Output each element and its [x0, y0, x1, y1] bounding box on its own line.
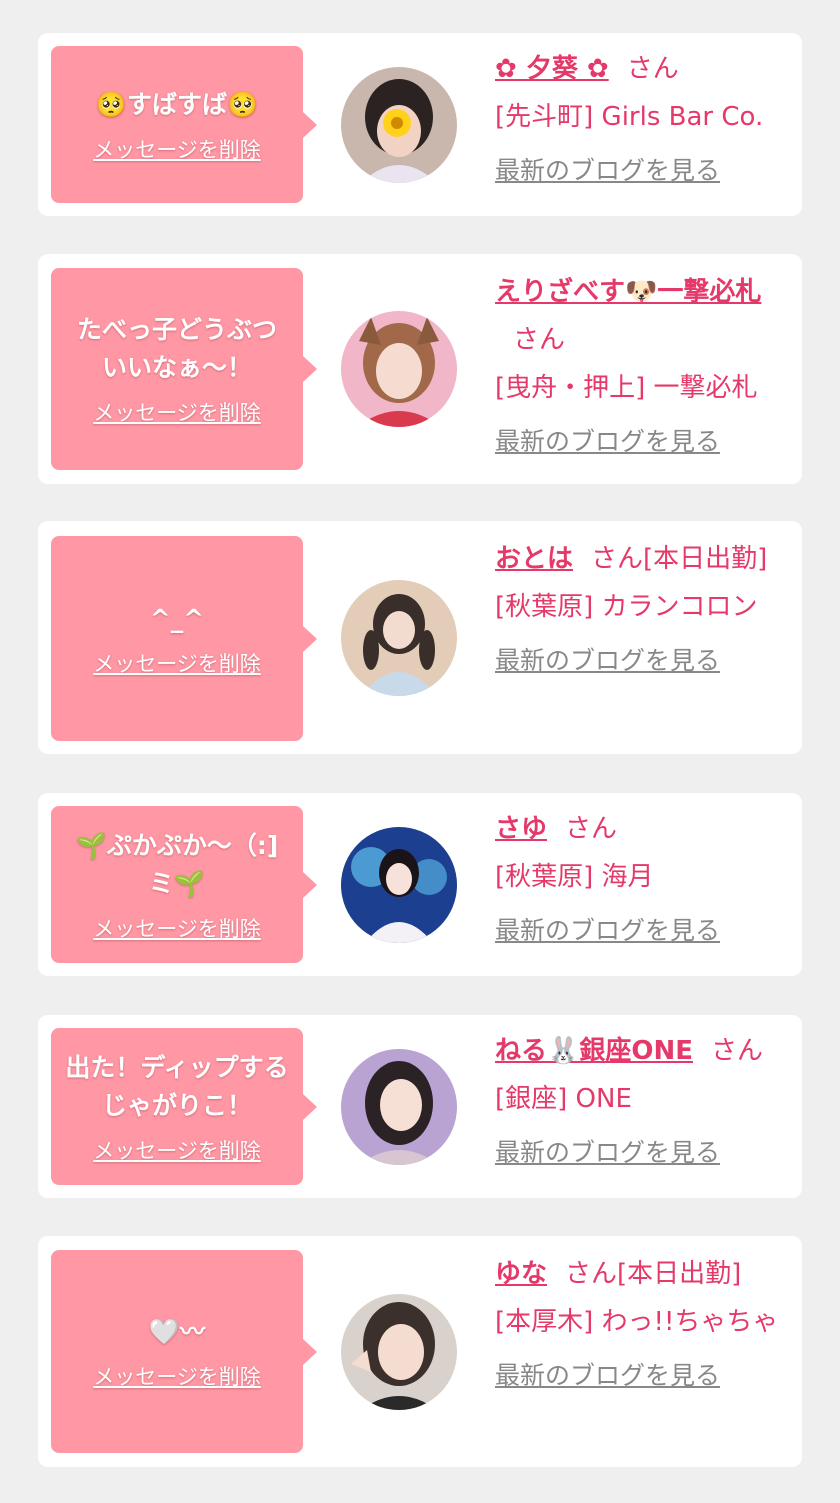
cast-name-link[interactable]: ゆな [495, 1259, 547, 1289]
shop-name: [曳舟・押上] 一撃必札 [495, 373, 758, 403]
san-suffix: さん [565, 814, 618, 844]
cast-avatar[interactable] [341, 1049, 457, 1165]
avatar-photo-icon [341, 1294, 457, 1410]
attendance-status: [本日出勤] [617, 1259, 742, 1289]
message-bubble: ^_^ メッセージを削除 [51, 536, 303, 741]
delete-message-link[interactable]: メッセージを削除 [93, 397, 261, 427]
cast-name-link[interactable]: えりざべす🐶一撃必札 [495, 277, 761, 307]
latest-blog-link[interactable]: 最新のブログを見る [495, 147, 795, 195]
shop-name: [銀座] ONE [495, 1084, 632, 1114]
message-card: 🥺すばすば🥺 メッセージを削除 ✿ 夕葵 ✿ さん [先斗町] Girls Bar… [38, 33, 802, 216]
cast-info: ゆな さん[本日出勤] [本厚木] わっ!!ちゃちゃ 最新のブログを見る [495, 1250, 795, 1400]
cast-avatar[interactable] [341, 311, 457, 427]
shop-name: [先斗町] Girls Bar Co. [495, 102, 764, 132]
shop-name: [秋葉原] カランコロン [495, 592, 758, 622]
message-text: たべっ子どうぶついいなぁ～！ [76, 315, 277, 382]
message-text: ^_^ [149, 603, 205, 633]
message-bubble: 🤍〰 メッセージを削除 [51, 1250, 303, 1453]
delete-message-link[interactable]: メッセージを削除 [93, 134, 261, 164]
latest-blog-link[interactable]: 最新のブログを見る [495, 907, 795, 955]
avatar-photo-icon [341, 311, 457, 427]
cast-name-link[interactable]: ねる🐰銀座ONE [495, 1036, 693, 1066]
latest-blog-link[interactable]: 最新のブログを見る [495, 418, 795, 466]
delete-message-link[interactable]: メッセージを削除 [93, 913, 261, 943]
san-suffix: さん [565, 1259, 618, 1289]
cast-name-link[interactable]: さゆ [495, 814, 547, 844]
message-text: 🌱ぷかぷか～（:]ミ🌱 [75, 830, 279, 898]
message-text: 🤍〰 [148, 1316, 206, 1346]
message-bubble: 🌱ぷかぷか～（:]ミ🌱 メッセージを削除 [51, 806, 303, 963]
message-card: 🌱ぷかぷか～（:]ミ🌱 メッセージを削除 さゆ さん [秋葉原] 海月 最新のブロ… [38, 793, 802, 976]
san-suffix: さん [513, 325, 566, 355]
cast-avatar[interactable] [341, 1294, 457, 1410]
san-suffix: さん [591, 544, 644, 574]
latest-blog-link[interactable]: 最新のブログを見る [495, 637, 795, 685]
shop-name: [秋葉原] 海月 [495, 862, 654, 892]
cast-name-link[interactable]: ✿ 夕葵 ✿ [495, 54, 609, 84]
cast-avatar[interactable] [341, 827, 457, 943]
avatar-photo-icon [341, 580, 457, 696]
message-text: 🥺すばすば🥺 [95, 89, 259, 119]
message-bubble: 出た！ディップするじゃがりこ！ メッセージを削除 [51, 1028, 303, 1185]
message-card: 出た！ディップするじゃがりこ！ メッセージを削除 ねる🐰銀座ONE さん [銀座]… [38, 1015, 802, 1198]
san-suffix: さん [711, 1036, 764, 1066]
delete-message-link[interactable]: メッセージを削除 [93, 1135, 261, 1165]
message-text: 出た！ディップするじゃがりこ！ [65, 1052, 289, 1120]
cast-info: ✿ 夕葵 ✿ さん [先斗町] Girls Bar Co. 最新のブログを見る [495, 45, 795, 195]
cast-info: さゆ さん [秋葉原] 海月 最新のブログを見る [495, 805, 795, 955]
latest-blog-link[interactable]: 最新のブログを見る [495, 1129, 795, 1177]
message-bubble: たべっ子どうぶついいなぁ～！ メッセージを削除 [51, 268, 303, 470]
message-card: ^_^ メッセージを削除 おとは さん[本日出勤] [秋葉原] カランコロン 最新… [38, 521, 802, 754]
avatar-photo-icon [341, 827, 457, 943]
message-card: 🤍〰 メッセージを削除 ゆな さん[本日出勤] [本厚木] わっ!!ちゃちゃ 最新… [38, 1236, 802, 1467]
cast-info: えりざべす🐶一撃必札さん [曳舟・押上] 一撃必札 最新のブログを見る [495, 268, 795, 466]
shop-name: [本厚木] わっ!!ちゃちゃ [495, 1307, 779, 1337]
cast-avatar[interactable] [341, 580, 457, 696]
avatar-photo-icon [341, 1049, 457, 1165]
avatar-photo-icon [341, 67, 457, 183]
cast-avatar[interactable] [341, 67, 457, 183]
delete-message-link[interactable]: メッセージを削除 [93, 1361, 261, 1391]
san-suffix: さん [626, 54, 679, 84]
cast-info: おとは さん[本日出勤] [秋葉原] カランコロン 最新のブログを見る [495, 535, 795, 685]
attendance-status: [本日出勤] [643, 544, 768, 574]
message-card: たべっ子どうぶついいなぁ～！ メッセージを削除 えりざべす🐶一撃必札さん [曳舟… [38, 254, 802, 484]
message-bubble: 🥺すばすば🥺 メッセージを削除 [51, 46, 303, 203]
latest-blog-link[interactable]: 最新のブログを見る [495, 1352, 795, 1400]
cast-info: ねる🐰銀座ONE さん [銀座] ONE 最新のブログを見る [495, 1027, 795, 1177]
delete-message-link[interactable]: メッセージを削除 [93, 648, 261, 678]
cast-name-link[interactable]: おとは [495, 544, 573, 574]
